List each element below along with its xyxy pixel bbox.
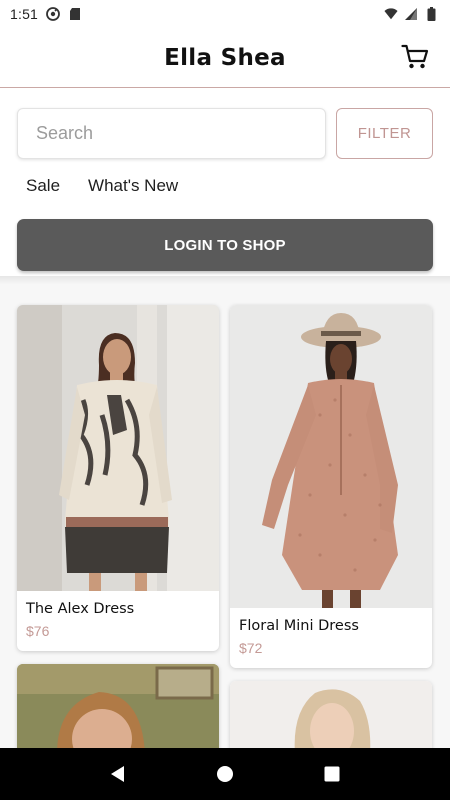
cart-icon	[401, 44, 429, 69]
product-grid: The Alex Dress $76 Floral Mini Dress $72	[0, 284, 450, 748]
product-image[interactable]	[17, 664, 219, 748]
at-sign-icon	[46, 7, 60, 21]
cart-button[interactable]	[400, 42, 430, 72]
filter-button[interactable]: FILTER	[336, 108, 433, 159]
recents-icon	[324, 766, 340, 782]
product-name: The Alex Dress	[26, 601, 135, 617]
status-bar: 1:51	[0, 0, 450, 28]
category-links: Sale What's New	[26, 176, 178, 196]
product-info: The Alex Dress $76	[17, 591, 219, 651]
product-card[interactable]: The Alex Dress $76	[17, 305, 219, 651]
category-whats-new-link[interactable]: What's New	[88, 176, 178, 196]
product-image[interactable]	[230, 305, 432, 608]
system-nav-bar	[0, 748, 450, 800]
product-name: Floral Mini Dress	[239, 618, 359, 634]
status-right	[384, 7, 438, 21]
status-left: 1:51	[10, 6, 82, 22]
sd-card-icon	[68, 7, 82, 21]
search-row: FILTER	[17, 108, 433, 160]
wifi-icon	[384, 7, 398, 21]
search-input[interactable]	[17, 108, 326, 159]
nav-recents-button[interactable]	[317, 759, 347, 789]
app-title: Ella Shea	[164, 44, 286, 71]
signal-icon	[404, 7, 418, 21]
login-to-shop-button[interactable]: LOGIN TO SHOP	[17, 219, 433, 271]
back-icon	[111, 766, 125, 782]
product-card[interactable]	[230, 681, 432, 748]
product-image[interactable]	[230, 681, 432, 748]
product-price: $76	[26, 623, 50, 639]
product-card[interactable]	[17, 664, 219, 748]
status-time: 1:51	[10, 6, 39, 22]
product-info: Floral Mini Dress $72	[230, 608, 432, 668]
nav-back-button[interactable]	[103, 759, 133, 789]
nav-home-button[interactable]	[210, 759, 240, 789]
product-price: $72	[239, 640, 263, 656]
product-card[interactable]: Floral Mini Dress $72	[230, 305, 432, 668]
section-divider	[0, 276, 450, 284]
category-sale-link[interactable]: Sale	[26, 176, 60, 196]
battery-icon	[424, 7, 438, 21]
product-image[interactable]	[17, 305, 219, 591]
app-header: Ella Shea	[0, 28, 450, 88]
home-icon	[216, 766, 233, 782]
